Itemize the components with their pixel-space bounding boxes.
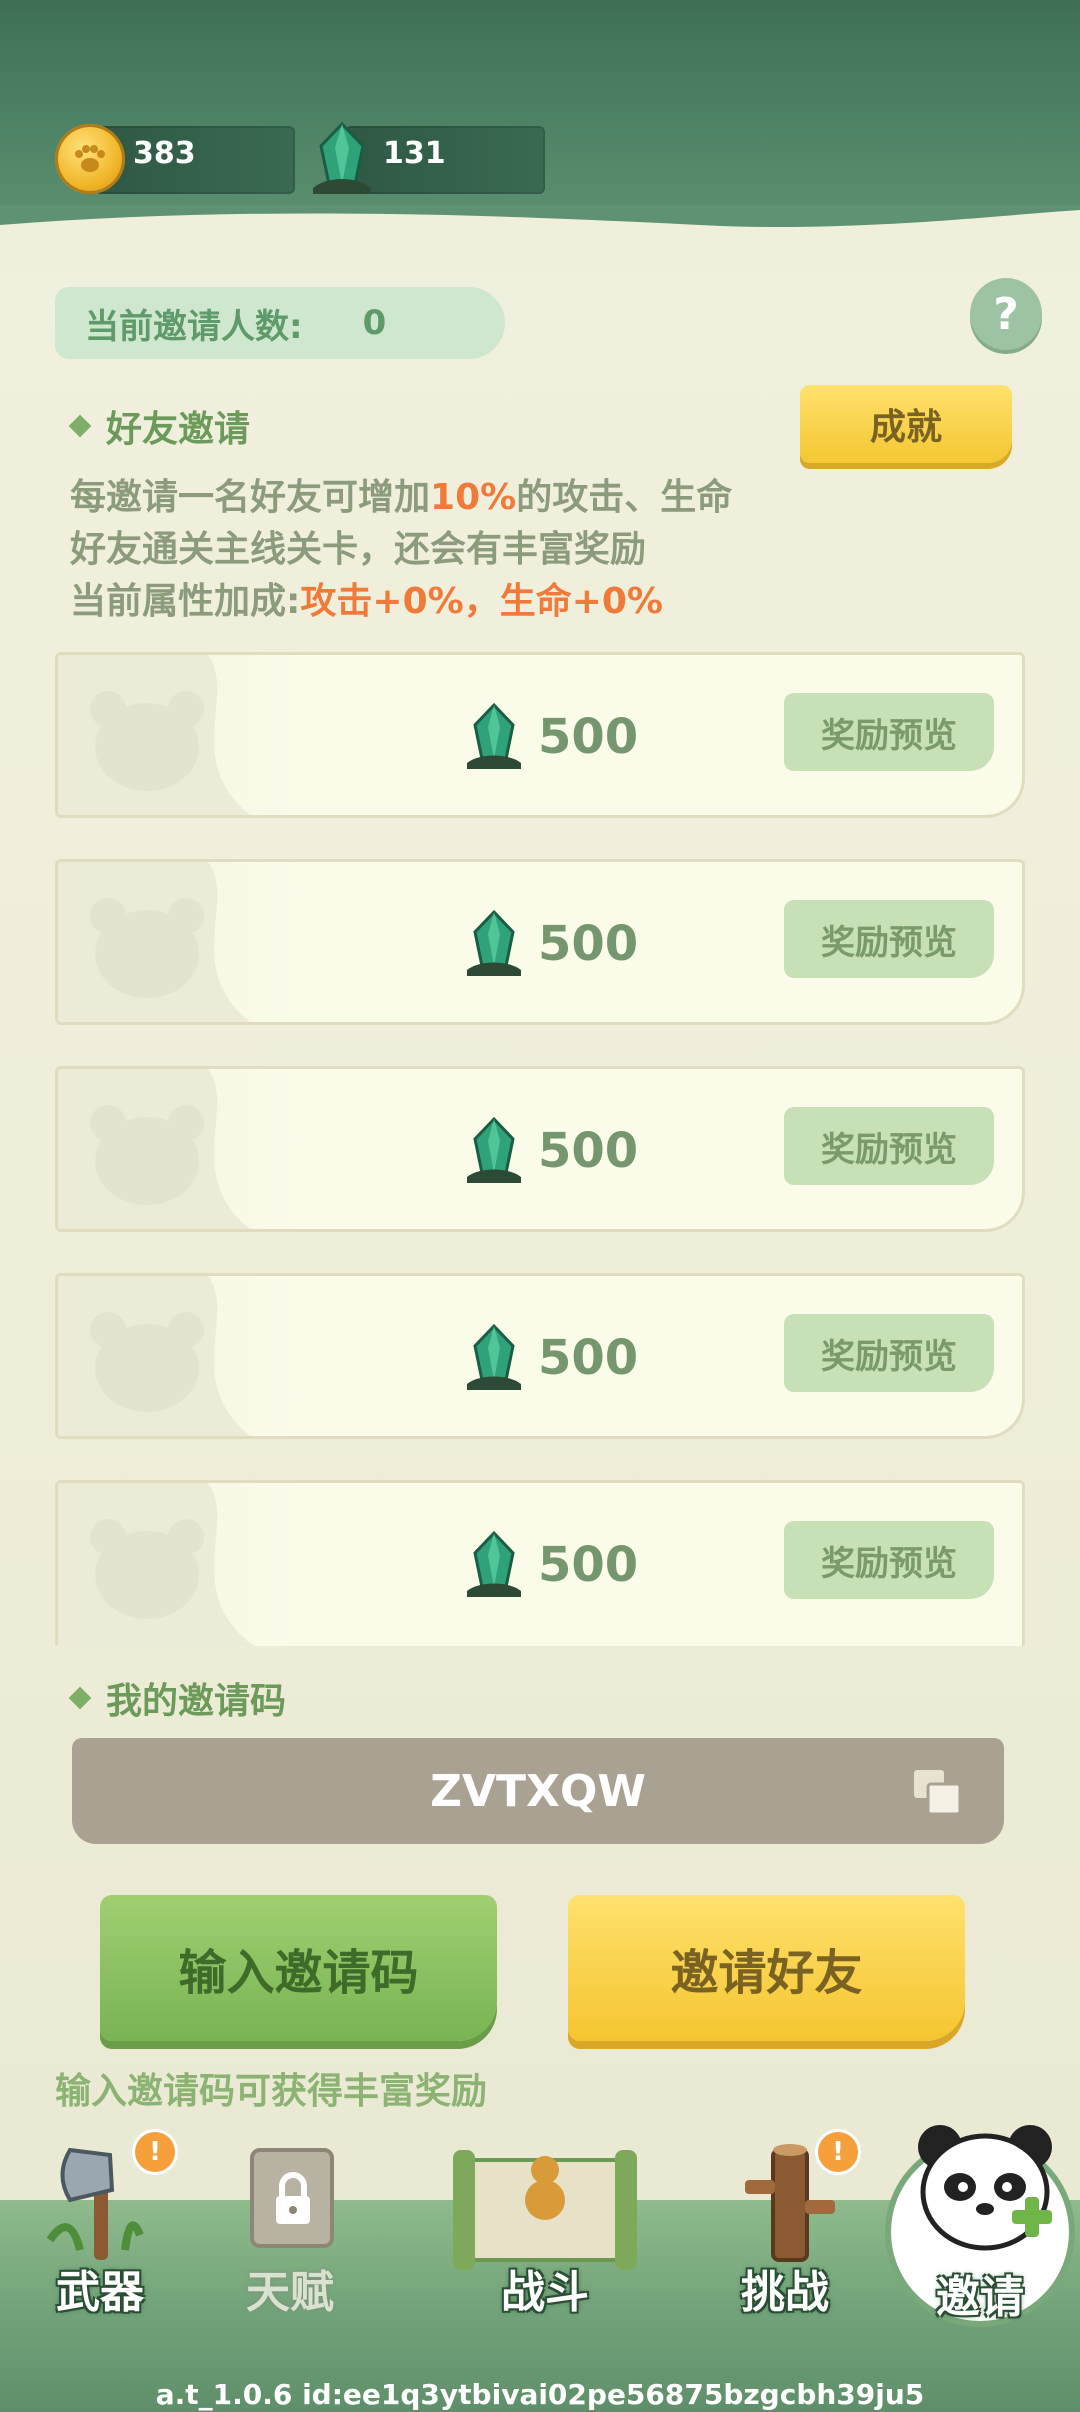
desc-text: 的攻击、生命 [516, 477, 733, 518]
diamond-bullet-icon [68, 414, 92, 438]
copy-icon[interactable] [912, 1768, 964, 1816]
invite-count-bar: 当前邀请人数: 0 [55, 287, 505, 359]
nav-invite-label: 邀请 [936, 2272, 1024, 2323]
reward-amount: 500 [538, 1537, 639, 1593]
green-gem-icon [467, 1116, 521, 1183]
locked-friend-avatar-icon [90, 691, 204, 791]
invite-desc-line2: 好友通关主线关卡，还会有丰富奖励 [70, 529, 647, 570]
invite-count-label: 当前邀请人数: [85, 306, 303, 347]
scroll-gourd-icon [453, 2150, 637, 2270]
invite-code-box: ZVTXQW [72, 1738, 1004, 1844]
nav-challenge[interactable]: ! 挑战 [695, 2120, 875, 2320]
green-gem-icon [467, 702, 521, 769]
reward-preview-button[interactable]: 奖励预览 [784, 1521, 994, 1599]
desc-highlight: 攻击+0%，生命+0% [300, 581, 663, 622]
desc-text: 当前属性加成: [70, 581, 301, 622]
paw-coin-icon [55, 124, 125, 194]
reward-preview-button[interactable]: 奖励预览 [784, 900, 994, 978]
nav-weapon-label: 武器 [56, 2267, 144, 2318]
diamond-bullet-icon [68, 1686, 92, 1710]
reward-card: 500 奖励预览 [55, 652, 1025, 818]
reward-amount: 500 [538, 1330, 639, 1386]
friend-invite-title-text: 好友邀请 [106, 409, 251, 450]
invite-code-value: ZVTXQW [430, 1765, 646, 1817]
locked-friend-avatar-icon [90, 1519, 204, 1619]
green-gem-icon [467, 1530, 521, 1597]
challenge-alert-badge: ! [818, 2132, 858, 2172]
green-gem-icon [467, 1323, 521, 1390]
invite-friend-button[interactable]: 邀请好友 [568, 1895, 965, 2041]
nav-talent-label: 天赋 [246, 2267, 334, 2318]
reward-preview-button[interactable]: 奖励预览 [784, 1314, 994, 1392]
my-invite-code-title-text: 我的邀请码 [106, 1681, 287, 1722]
coin-count: 383 [133, 136, 196, 171]
gem-count: 131 [383, 136, 446, 171]
green-gem-icon [313, 121, 371, 194]
reward-card: 500 奖励预览 [55, 1273, 1025, 1439]
enter-code-hint: 输入邀请码可获得丰富奖励 [55, 2071, 488, 2112]
nav-battle[interactable]: 战斗 [445, 2120, 645, 2320]
reward-amount: 500 [538, 916, 639, 972]
friend-invite-title: 好友邀请 [68, 400, 251, 452]
invite-desc-line1: 每邀请一名好友可增加10%的攻击、生命 [70, 468, 970, 520]
nav-weapon[interactable]: ! 武器 [10, 2120, 190, 2320]
reward-card: 500 奖励预览 [55, 1066, 1025, 1232]
reward-preview-button[interactable]: 奖励预览 [784, 693, 994, 771]
nav-challenge-label: 挑战 [741, 2267, 829, 2318]
reward-amount: 500 [538, 1123, 639, 1179]
reward-preview-button[interactable]: 奖励预览 [784, 1107, 994, 1185]
my-invite-code-title: 我的邀请码 [68, 1672, 287, 1724]
nav-invite[interactable]: 邀请 [885, 2097, 1075, 2327]
locked-friend-avatar-icon [90, 898, 204, 998]
invite-count-value: 0 [362, 303, 387, 343]
reward-amount: 500 [538, 709, 639, 765]
panda-plus-icon [918, 2125, 1052, 2251]
invite-desc-line3: 当前属性加成:攻击+0%，生命+0% [70, 572, 970, 624]
enter-invite-code-button[interactable]: 输入邀请码 [100, 1895, 497, 2041]
locked-friend-avatar-icon [90, 1105, 204, 1205]
desc-text: 每邀请一名好友可增加 [70, 477, 431, 518]
reward-card: 500 奖励预览 [55, 859, 1025, 1025]
locked-book-icon [250, 2148, 334, 2248]
nav-talent[interactable]: 天赋 [200, 2120, 380, 2320]
help-button[interactable]: ? [970, 278, 1042, 350]
gem-resource: 131 [305, 118, 545, 204]
nav-battle-label: 战斗 [501, 2267, 589, 2318]
reward-card: 500 奖励预览 [55, 1480, 1025, 1646]
footer-build-id: a.t_1.0.6 id:ee1q3ytbivai02pe56875bzgcbh… [155, 2378, 925, 2411]
header-wave [0, 205, 1080, 275]
weapon-alert-badge: ! [135, 2132, 175, 2172]
green-gem-icon [467, 909, 521, 976]
desc-highlight: 10% [430, 477, 517, 518]
achievement-button[interactable]: 成就 [800, 385, 1012, 463]
locked-friend-avatar-icon [90, 1312, 204, 1412]
coin-resource: 383 [55, 118, 295, 204]
